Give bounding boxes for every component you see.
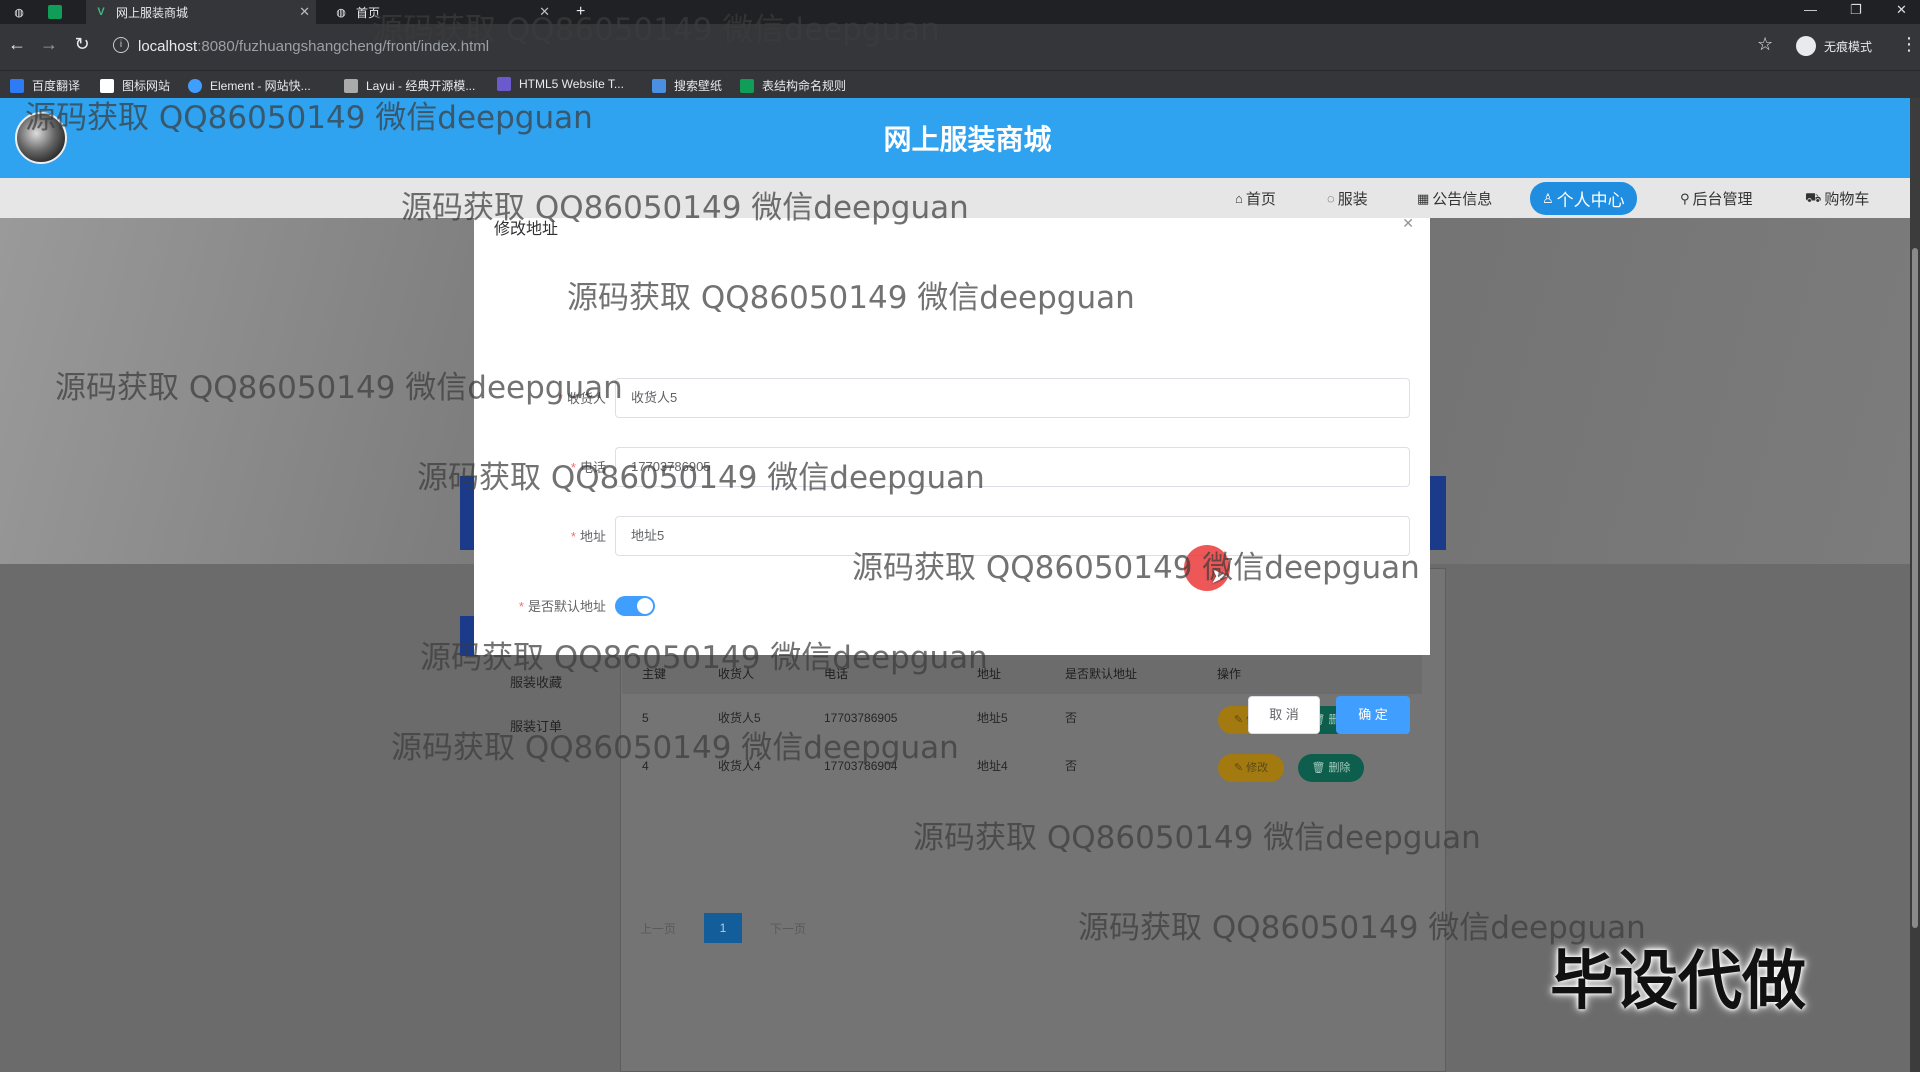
close-icon[interactable]: ✕ — [299, 4, 310, 20]
link-icon: ⚲ — [1680, 190, 1690, 206]
promo-overlay: 毕设代做 — [1550, 945, 1806, 1019]
reload-icon[interactable]: ↻ — [70, 34, 94, 55]
nav-label: 个人中心 — [1556, 191, 1625, 210]
info-icon[interactable]: i — [113, 37, 129, 53]
close-icon[interactable]: ✕ — [1402, 215, 1414, 232]
bookmark-item[interactable]: 表结构命名规则 — [740, 77, 846, 94]
watermark: 源码获取 QQ86050149 微信deepguan — [852, 550, 1420, 586]
edit-label: 修改 — [1246, 762, 1269, 774]
bookmark-item[interactable]: 搜索壁纸 — [652, 77, 722, 94]
nav-home[interactable]: ⌂ 首页 — [1235, 188, 1276, 209]
switch-knob — [637, 598, 653, 614]
more-menu-icon[interactable]: ⋮ — [1900, 34, 1918, 55]
cancel-button[interactable]: 取 消 — [1248, 696, 1320, 734]
bookmark-label: 表结构命名规则 — [762, 79, 847, 93]
back-icon[interactable]: ← — [5, 34, 29, 55]
cell-address: 地址5 — [977, 711, 1008, 725]
scroll-thumb[interactable] — [1912, 248, 1918, 928]
notice-icon: ▦ — [1417, 190, 1430, 206]
wallpaper-icon — [652, 78, 666, 93]
delete-label: 删除 — [1328, 762, 1351, 774]
watermark: 源码获取 QQ86050149 微信deepguan — [401, 190, 969, 226]
watermark: 源码获取 QQ86050149 微信deepguan — [567, 280, 1135, 316]
bookmark-label: HTML5 Website T... — [519, 77, 624, 91]
tab-app-icon[interactable]: ◍ — [12, 0, 44, 24]
layui-icon — [344, 78, 358, 93]
watermark: 源码获取 QQ86050149 微信deepguan — [420, 640, 988, 676]
nav-cart[interactable]: ⛟ 购物车 — [1805, 188, 1869, 209]
pagination: 上一页 1 下一页 — [640, 913, 834, 943]
watermark: 源码获取 QQ86050149 微信deepguan — [391, 730, 959, 766]
receiver-input[interactable]: 收货人5 — [615, 378, 1410, 418]
element-icon — [188, 78, 202, 93]
close-window-icon[interactable]: ✕ — [1896, 2, 1907, 18]
browser-tab-bar: ◍ V 网上服装商城 ✕ ◍ 首页 ✕ + — ❐ ✕ — [0, 0, 1920, 24]
nav-label: 首页 — [1245, 191, 1276, 208]
profile-label: 无痕模式 — [1824, 39, 1873, 54]
restore-icon[interactable]: ❐ — [1850, 2, 1862, 18]
edit-icon: ✎ — [1233, 714, 1247, 726]
tab-pinned[interactable] — [48, 0, 80, 24]
forward-icon[interactable]: → — [37, 34, 61, 55]
minimize-icon[interactable]: — — [1804, 2, 1817, 17]
tag-icon: ◌ — [1327, 191, 1335, 206]
cell-default: 否 — [1065, 711, 1078, 725]
confirm-button[interactable]: 确 定 — [1336, 696, 1410, 734]
trash-icon: 🗑 — [1311, 762, 1329, 774]
globe-icon: ◍ — [336, 6, 346, 19]
edit-button[interactable]: ✎ 修改 — [1218, 754, 1284, 782]
nav-label: 后台管理 — [1692, 191, 1753, 208]
bookmark-label: 搜索壁纸 — [674, 79, 723, 93]
page-scrollbar[interactable] — [1910, 98, 1920, 1072]
watermark: 源码获取 QQ86050149 微信deepguan — [913, 820, 1481, 856]
col-actions: 操作 — [1217, 667, 1242, 681]
default-address-switch[interactable] — [615, 596, 655, 616]
sheet-icon — [740, 78, 754, 93]
bookmark-item[interactable]: HTML5 Website T... — [497, 77, 624, 91]
sheet-icon — [48, 5, 62, 19]
default-address-label: * 是否默认地址 — [518, 599, 606, 614]
nav-label: 购物车 — [1824, 191, 1870, 208]
home-icon: ⌂ — [1235, 191, 1243, 206]
address-label: * 地址 — [570, 529, 606, 544]
cell-address: 地址4 — [977, 759, 1008, 773]
next-page-button[interactable]: 下一页 — [770, 920, 806, 937]
tab-title: 网上服装商城 — [116, 5, 189, 20]
user-icon: ♙ — [1542, 190, 1554, 206]
watermark: 源码获取 QQ86050149 微信deepguan — [25, 100, 593, 136]
bookmark-star-icon[interactable]: ☆ — [1757, 34, 1773, 55]
nav-personal-center[interactable]: ♙ 个人中心 — [1530, 182, 1637, 215]
page-1-button[interactable]: 1 — [704, 913, 743, 943]
nav-clothing[interactable]: ◌ 服装 — [1327, 188, 1368, 209]
watermark: 源码获取 QQ86050149 微信deepguan — [55, 370, 623, 406]
incognito-icon — [1796, 36, 1816, 56]
cart-icon: ⛟ — [1805, 189, 1822, 205]
delete-button[interactable]: 🗑 删除 — [1298, 754, 1364, 782]
watermark: 源码获取 QQ86050149 微信deepguan — [417, 460, 985, 496]
globe-icon: ◍ — [14, 6, 24, 19]
prev-page-button[interactable]: 上一页 — [640, 920, 676, 937]
nav-admin[interactable]: ⚲ 后台管理 — [1680, 188, 1753, 209]
watermark: 源码获取 QQ86050149 微信deepguan — [372, 12, 940, 48]
vue-icon: V — [97, 6, 105, 18]
cell-default: 否 — [1065, 759, 1078, 773]
translate-icon — [10, 78, 24, 93]
nav-notice[interactable]: ▦ 公告信息 — [1417, 188, 1492, 209]
flag-icon — [100, 78, 114, 93]
col-default: 是否默认地址 — [1065, 667, 1138, 681]
html5-icon — [497, 77, 511, 91]
incognito-profile[interactable]: 无痕模式 — [1796, 36, 1872, 56]
nav-label: 服装 — [1337, 191, 1368, 208]
nav-label: 公告信息 — [1432, 191, 1493, 208]
browser-toolbar: ← → ↻ i localhost:8080/fuzhuangshangchen… — [0, 24, 1920, 70]
tab-shop[interactable]: V 网上服装商城 ✕ — [86, 0, 316, 24]
edit-icon: ✎ — [1233, 762, 1247, 774]
url-host: localhost — [138, 38, 198, 55]
